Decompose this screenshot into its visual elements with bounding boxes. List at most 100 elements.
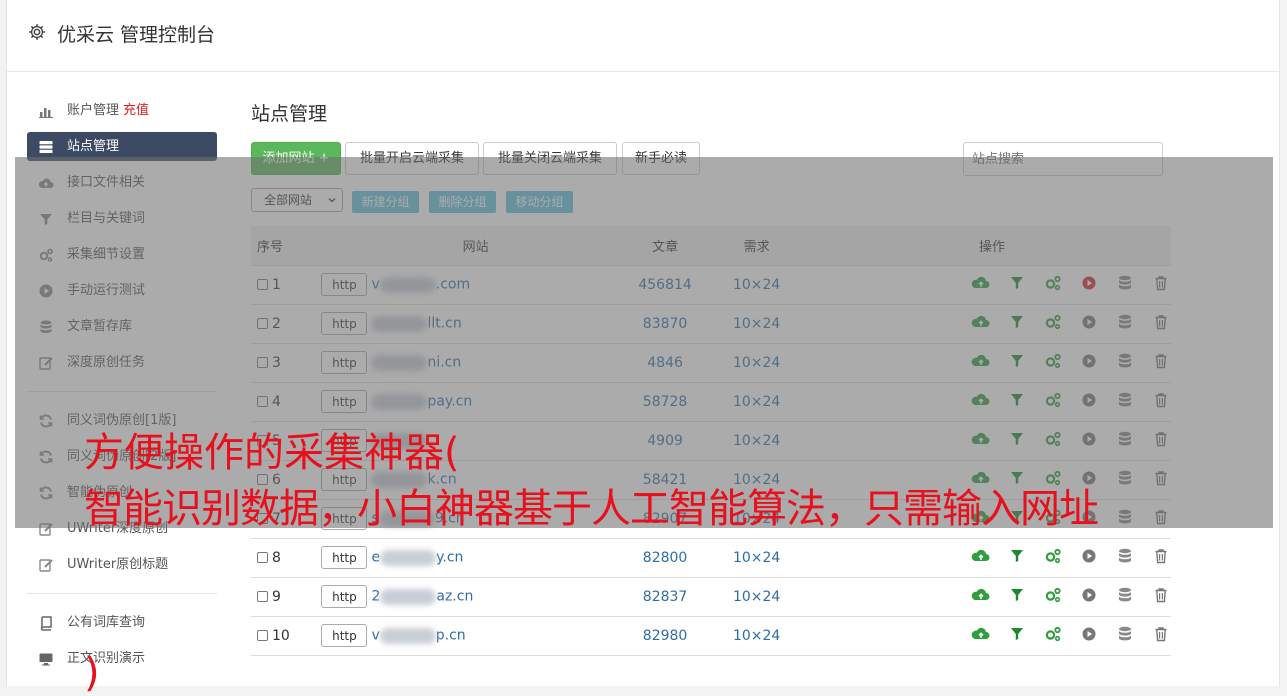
trash-icon[interactable] bbox=[1151, 624, 1171, 644]
sidebar-item-items-1[interactable]: 站点管理 bbox=[27, 132, 217, 161]
row-checkbox[interactable] bbox=[257, 395, 268, 407]
play-circle-icon[interactable] bbox=[1079, 351, 1099, 371]
requirement[interactable]: 10×24 bbox=[700, 304, 813, 344]
trash-icon[interactable] bbox=[1151, 351, 1171, 371]
filter-icon[interactable] bbox=[1007, 624, 1027, 644]
delete-group-button[interactable]: 删除分组 bbox=[429, 191, 496, 213]
row-checkbox[interactable] bbox=[257, 278, 268, 290]
filter-icon[interactable] bbox=[1007, 351, 1027, 371]
play-circle-icon[interactable] bbox=[1079, 429, 1099, 449]
sidebar-item-items-0[interactable]: 账户管理 充值 bbox=[27, 96, 217, 125]
site-url-suffix[interactable]: .com bbox=[436, 277, 470, 293]
article-count[interactable]: 83870 bbox=[629, 304, 701, 344]
cloud-upload-icon[interactable] bbox=[971, 585, 991, 605]
sidebar-item-items-2[interactable]: 接口文件相关 bbox=[27, 168, 217, 197]
move-group-button[interactable]: 移动分组 bbox=[506, 191, 573, 213]
play-circle-icon[interactable] bbox=[1079, 585, 1099, 605]
database-icon[interactable] bbox=[1115, 429, 1135, 449]
batch-close-cloud-button[interactable]: 批量关闭云端采集 bbox=[483, 142, 617, 175]
site-url-suffix[interactable]: llt.cn bbox=[427, 316, 461, 332]
database-icon[interactable] bbox=[1115, 312, 1135, 332]
article-count[interactable]: 82980 bbox=[629, 616, 701, 656]
row-checkbox[interactable] bbox=[257, 551, 268, 563]
row-checkbox[interactable] bbox=[257, 317, 268, 329]
http-badge[interactable]: http bbox=[321, 390, 368, 413]
site-url-suffix[interactable]: ni.cn bbox=[427, 355, 461, 371]
cogs-icon[interactable] bbox=[1043, 390, 1063, 410]
sidebar-item-items-7[interactable]: 深度原创任务 bbox=[27, 348, 217, 377]
site-search-input[interactable] bbox=[963, 142, 1163, 176]
new-group-button[interactable]: 新建分组 bbox=[352, 191, 419, 213]
cogs-icon[interactable] bbox=[1043, 585, 1063, 605]
requirement[interactable]: 10×24 bbox=[700, 538, 813, 578]
site-url-suffix[interactable]: p.cn bbox=[436, 628, 466, 644]
trash-icon[interactable] bbox=[1151, 429, 1171, 449]
http-badge[interactable]: http bbox=[321, 312, 368, 335]
sidebar-item-items-3[interactable]: 栏目与关键词 bbox=[27, 204, 217, 233]
trash-icon[interactable] bbox=[1151, 546, 1171, 566]
http-badge[interactable]: http bbox=[321, 351, 368, 374]
database-icon[interactable] bbox=[1115, 273, 1135, 293]
cogs-icon[interactable] bbox=[1043, 312, 1063, 332]
trash-icon[interactable] bbox=[1151, 312, 1171, 332]
filter-icon[interactable] bbox=[1007, 390, 1027, 410]
article-count[interactable]: 82800 bbox=[629, 538, 701, 578]
filter-icon[interactable] bbox=[1007, 546, 1027, 566]
trash-icon[interactable] bbox=[1151, 390, 1171, 410]
filter-icon[interactable] bbox=[1007, 585, 1027, 605]
play-circle-icon[interactable] bbox=[1079, 312, 1099, 332]
filter-icon[interactable] bbox=[1007, 273, 1027, 293]
requirement[interactable]: 10×24 bbox=[700, 265, 813, 305]
filter-icon[interactable] bbox=[1007, 429, 1027, 449]
row-checkbox[interactable] bbox=[257, 590, 268, 602]
cogs-icon[interactable] bbox=[1043, 546, 1063, 566]
database-icon[interactable] bbox=[1115, 546, 1135, 566]
http-badge[interactable]: http bbox=[321, 624, 368, 647]
requirement[interactable]: 10×24 bbox=[700, 343, 813, 383]
sidebar-item-items-4[interactable]: 采集细节设置 bbox=[27, 240, 217, 269]
cloud-upload-icon[interactable] bbox=[971, 312, 991, 332]
database-icon[interactable] bbox=[1115, 585, 1135, 605]
site-url-prefix[interactable]: v bbox=[371, 277, 379, 293]
batch-open-cloud-button[interactable]: 批量开启云端采集 bbox=[345, 142, 479, 175]
cloud-upload-icon[interactable] bbox=[971, 273, 991, 293]
requirement[interactable]: 10×24 bbox=[700, 382, 813, 422]
http-badge[interactable]: http bbox=[321, 585, 368, 608]
sidebar-item-items-6[interactable]: 文章暂存库 bbox=[27, 312, 217, 341]
group-select[interactable]: 全部网站 bbox=[251, 188, 343, 212]
article-count[interactable]: 4909 bbox=[629, 421, 701, 461]
recharge-link[interactable]: 充值 bbox=[123, 103, 149, 118]
site-url-prefix[interactable]: v bbox=[371, 628, 379, 644]
play-circle-icon[interactable] bbox=[1079, 273, 1099, 293]
sidebar-item-items3-1[interactable]: 正文识别演示 bbox=[27, 644, 217, 673]
database-icon[interactable] bbox=[1115, 624, 1135, 644]
database-icon[interactable] bbox=[1115, 390, 1135, 410]
requirement[interactable]: 10×24 bbox=[700, 616, 813, 656]
cloud-upload-icon[interactable] bbox=[971, 351, 991, 371]
play-circle-icon[interactable] bbox=[1079, 546, 1099, 566]
database-icon[interactable] bbox=[1115, 468, 1135, 488]
article-count[interactable]: 456814 bbox=[629, 265, 701, 305]
cloud-upload-icon[interactable] bbox=[971, 429, 991, 449]
database-icon[interactable] bbox=[1115, 351, 1135, 371]
site-url-prefix[interactable]: e bbox=[371, 550, 380, 566]
play-circle-icon[interactable] bbox=[1079, 390, 1099, 410]
add-site-button[interactable]: 添加网站 + bbox=[251, 142, 341, 175]
database-icon[interactable] bbox=[1115, 507, 1135, 527]
sidebar-item-items2-4[interactable]: UWriter原创标题 bbox=[27, 550, 217, 579]
site-url-suffix[interactable]: pay.cn bbox=[427, 394, 472, 410]
sidebar-item-items-5[interactable]: 手动运行测试 bbox=[27, 276, 217, 305]
cloud-upload-icon[interactable] bbox=[971, 546, 991, 566]
site-url-suffix[interactable]: y.cn bbox=[436, 550, 463, 566]
cogs-icon[interactable] bbox=[1043, 624, 1063, 644]
requirement[interactable]: 10×24 bbox=[700, 421, 813, 461]
cloud-upload-icon[interactable] bbox=[971, 624, 991, 644]
site-url-suffix[interactable]: az.cn bbox=[436, 589, 473, 605]
cogs-icon[interactable] bbox=[1043, 429, 1063, 449]
trash-icon[interactable] bbox=[1151, 468, 1171, 488]
article-count[interactable]: 82837 bbox=[629, 577, 701, 617]
trash-icon[interactable] bbox=[1151, 585, 1171, 605]
row-checkbox[interactable] bbox=[257, 629, 268, 641]
site-url-prefix[interactable]: 2 bbox=[371, 589, 380, 605]
requirement[interactable]: 10×24 bbox=[700, 577, 813, 617]
